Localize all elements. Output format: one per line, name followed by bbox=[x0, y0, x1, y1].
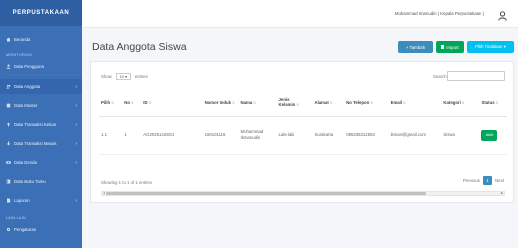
search-label: Search: bbox=[433, 74, 448, 79]
database-icon bbox=[6, 103, 11, 108]
pagination: Previous 1 Next bbox=[463, 176, 504, 185]
table-card: Show 10 ▾ entries Search: Pilih⇅ No⇅ ID⇅… bbox=[90, 61, 514, 203]
chevron-right-icon: › bbox=[75, 121, 77, 128]
money-icon bbox=[6, 160, 11, 165]
book-icon bbox=[6, 179, 11, 184]
chevron-right-icon: › bbox=[75, 102, 77, 109]
sidebar-item-label: Beranda bbox=[14, 37, 31, 42]
import-button-label: Import bbox=[446, 44, 459, 50]
table-row: 1.1 1 AG20251428G1 150101116 Muhammad Ik… bbox=[99, 116, 507, 155]
gear-icon bbox=[6, 227, 11, 232]
search-input[interactable] bbox=[447, 71, 505, 81]
chevron-right-icon: › bbox=[75, 83, 77, 90]
file-icon bbox=[6, 198, 11, 203]
chevron-right-icon: › bbox=[75, 140, 77, 147]
page-title: Data Anggota Siswa bbox=[92, 41, 187, 53]
user-name[interactable]: Muhammad Imanudin ( Kepala Perpustakaan … bbox=[395, 11, 484, 16]
cell-kategori: Siswa bbox=[441, 116, 480, 155]
cell-jenis-kelamin: Laki-laki bbox=[276, 116, 313, 155]
cell-no-telepon: 085335312563 bbox=[344, 116, 389, 155]
sidebar-item-label: Data Pengguna bbox=[14, 64, 44, 69]
cell-email: ikman@gmail.com bbox=[388, 116, 442, 155]
sidebar-item-label: Laporan bbox=[14, 198, 30, 203]
sidebar-item-beranda[interactable]: Beranda bbox=[0, 32, 82, 47]
scrollbar-thumb[interactable] bbox=[106, 192, 426, 195]
sidebar-item-pengaturan[interactable]: Pengaturan bbox=[0, 222, 82, 237]
sidebar-item-label: Data Master bbox=[14, 103, 38, 108]
column-header-kategori[interactable]: Kategori⇅ bbox=[441, 89, 480, 117]
brand-title: PERPUSTAKAAN bbox=[0, 0, 82, 26]
column-header-nomor-induk[interactable]: Nomor Induk⇅ bbox=[202, 89, 239, 117]
users-icon bbox=[6, 84, 11, 89]
scroll-right-arrow-icon[interactable]: ▸ bbox=[501, 191, 503, 195]
column-header-nama[interactable]: Nama⇅ bbox=[238, 89, 277, 117]
scroll-left-arrow-icon[interactable]: ◂ bbox=[103, 191, 105, 195]
sidebar-item-laporan[interactable]: Laporan › bbox=[0, 193, 82, 208]
upload-icon bbox=[6, 122, 11, 127]
cell-alamat: Surakarta bbox=[312, 116, 345, 155]
sidebar-item-label: Pengaturan bbox=[14, 227, 37, 232]
action-dropdown-button[interactable]: Pilih Tindakan ▾ bbox=[467, 41, 514, 53]
sidebar-section-lain: LAIN-LAIN bbox=[6, 216, 26, 220]
column-header-email[interactable]: Email⇅ bbox=[388, 89, 442, 117]
cell-id: AG20251428G1 bbox=[141, 116, 203, 155]
show-label: Show bbox=[101, 74, 112, 79]
table-info: Showing 1 to 1 of 1 entries bbox=[101, 180, 152, 185]
entries-select[interactable]: 10 ▾ bbox=[115, 73, 131, 80]
sidebar-item-label: Data Anggota bbox=[14, 84, 41, 89]
column-header-alamat[interactable]: Alamat⇅ bbox=[312, 89, 345, 117]
user-icon bbox=[6, 64, 11, 69]
entries-control: Show 10 ▾ entries bbox=[101, 73, 148, 80]
file-icon bbox=[441, 45, 445, 49]
column-header-jenis-kelamin[interactable]: Jenis Kelamin⇅ bbox=[276, 89, 313, 117]
sidebar-section-monitoring: MONITORING bbox=[6, 53, 33, 57]
cell-pilih[interactable]: 1.1 bbox=[99, 116, 123, 155]
sidebar-item-data-pengguna[interactable]: Data Pengguna bbox=[0, 59, 82, 74]
user-icon[interactable] bbox=[498, 8, 507, 21]
home-icon bbox=[6, 37, 11, 42]
download-icon bbox=[6, 141, 11, 146]
horizontal-scrollbar[interactable]: ◂ ▸ bbox=[101, 191, 505, 196]
sidebar-item-buku-tamu[interactable]: Data Buku Tamu bbox=[0, 174, 82, 189]
sidebar: PERPUSTAKAAN Beranda MONITORING Data Pen… bbox=[0, 0, 82, 248]
cell-nama: Muhammad Ikmanudin bbox=[238, 116, 277, 155]
cell-no: 1 bbox=[122, 116, 142, 155]
chevron-right-icon: › bbox=[75, 197, 77, 204]
status-button[interactable]: Aktif bbox=[481, 129, 498, 141]
sidebar-item-label: Data Transaksi Masuk bbox=[14, 141, 57, 146]
column-header-status[interactable]: Status⇅ bbox=[479, 89, 507, 117]
page-button-current[interactable]: 1 bbox=[482, 176, 492, 185]
sidebar-item-transaksi-keluar[interactable]: Data Transaksi Keluar › bbox=[0, 117, 82, 132]
sidebar-item-data-denda[interactable]: Data Denda › bbox=[0, 155, 82, 170]
previous-button[interactable]: Previous bbox=[463, 178, 480, 183]
column-header-pilih[interactable]: Pilih⇅ bbox=[99, 89, 123, 117]
members-table: Pilih⇅ No⇅ ID⇅ Nomor Induk⇅ Nama⇅ Jenis … bbox=[99, 89, 507, 155]
cell-nomor-induk: 150101116 bbox=[202, 116, 239, 155]
column-header-no-telepon[interactable]: No Telepon⇅ bbox=[344, 89, 389, 117]
import-button[interactable]: Import bbox=[436, 41, 464, 53]
sidebar-item-data-anggota[interactable]: Data Anggota › bbox=[0, 79, 82, 94]
sidebar-item-data-master[interactable]: Data Master › bbox=[0, 98, 82, 113]
chevron-right-icon: › bbox=[75, 159, 77, 166]
next-button[interactable]: Next bbox=[495, 178, 504, 183]
column-header-id[interactable]: ID⇅ bbox=[141, 89, 203, 117]
sidebar-item-label: Data Denda bbox=[14, 160, 37, 165]
sidebar-item-label: Data Buku Tamu bbox=[14, 179, 46, 184]
top-navbar: Muhammad Imanudin ( Kepala Perpustakaan … bbox=[82, 0, 518, 28]
sidebar-item-transaksi-masuk[interactable]: Data Transaksi Masuk › bbox=[0, 136, 82, 151]
add-button[interactable]: + Tambah bbox=[398, 41, 433, 53]
table-header-row: Pilih⇅ No⇅ ID⇅ Nomor Induk⇅ Nama⇅ Jenis … bbox=[99, 89, 507, 117]
cell-status: Aktif bbox=[479, 116, 507, 155]
entries-label: entries bbox=[134, 74, 148, 79]
column-header-no[interactable]: No⇅ bbox=[122, 89, 142, 117]
sidebar-item-label: Data Transaksi Keluar bbox=[14, 122, 57, 127]
